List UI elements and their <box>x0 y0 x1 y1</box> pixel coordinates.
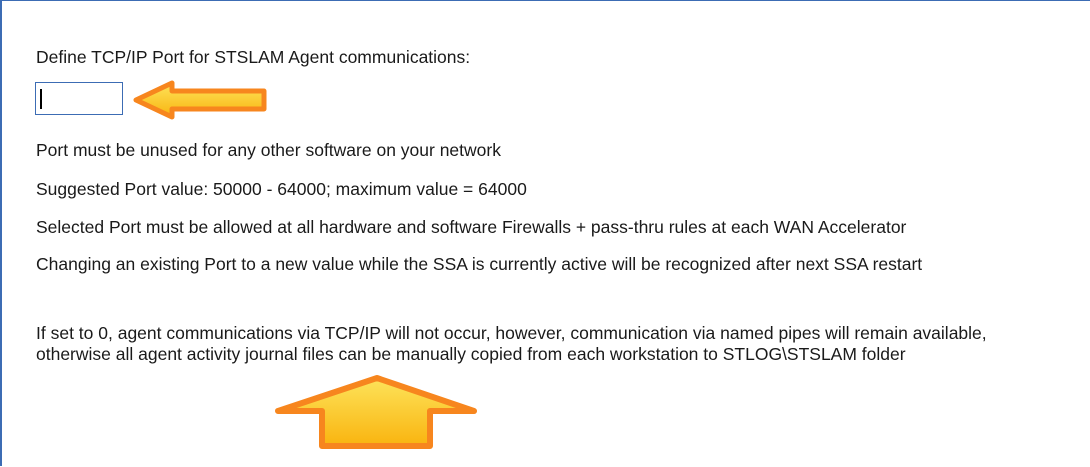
up-arrow-icon <box>275 375 477 449</box>
settings-panel: Define TCP/IP Port for STSLAM Agent comm… <box>0 0 1090 466</box>
